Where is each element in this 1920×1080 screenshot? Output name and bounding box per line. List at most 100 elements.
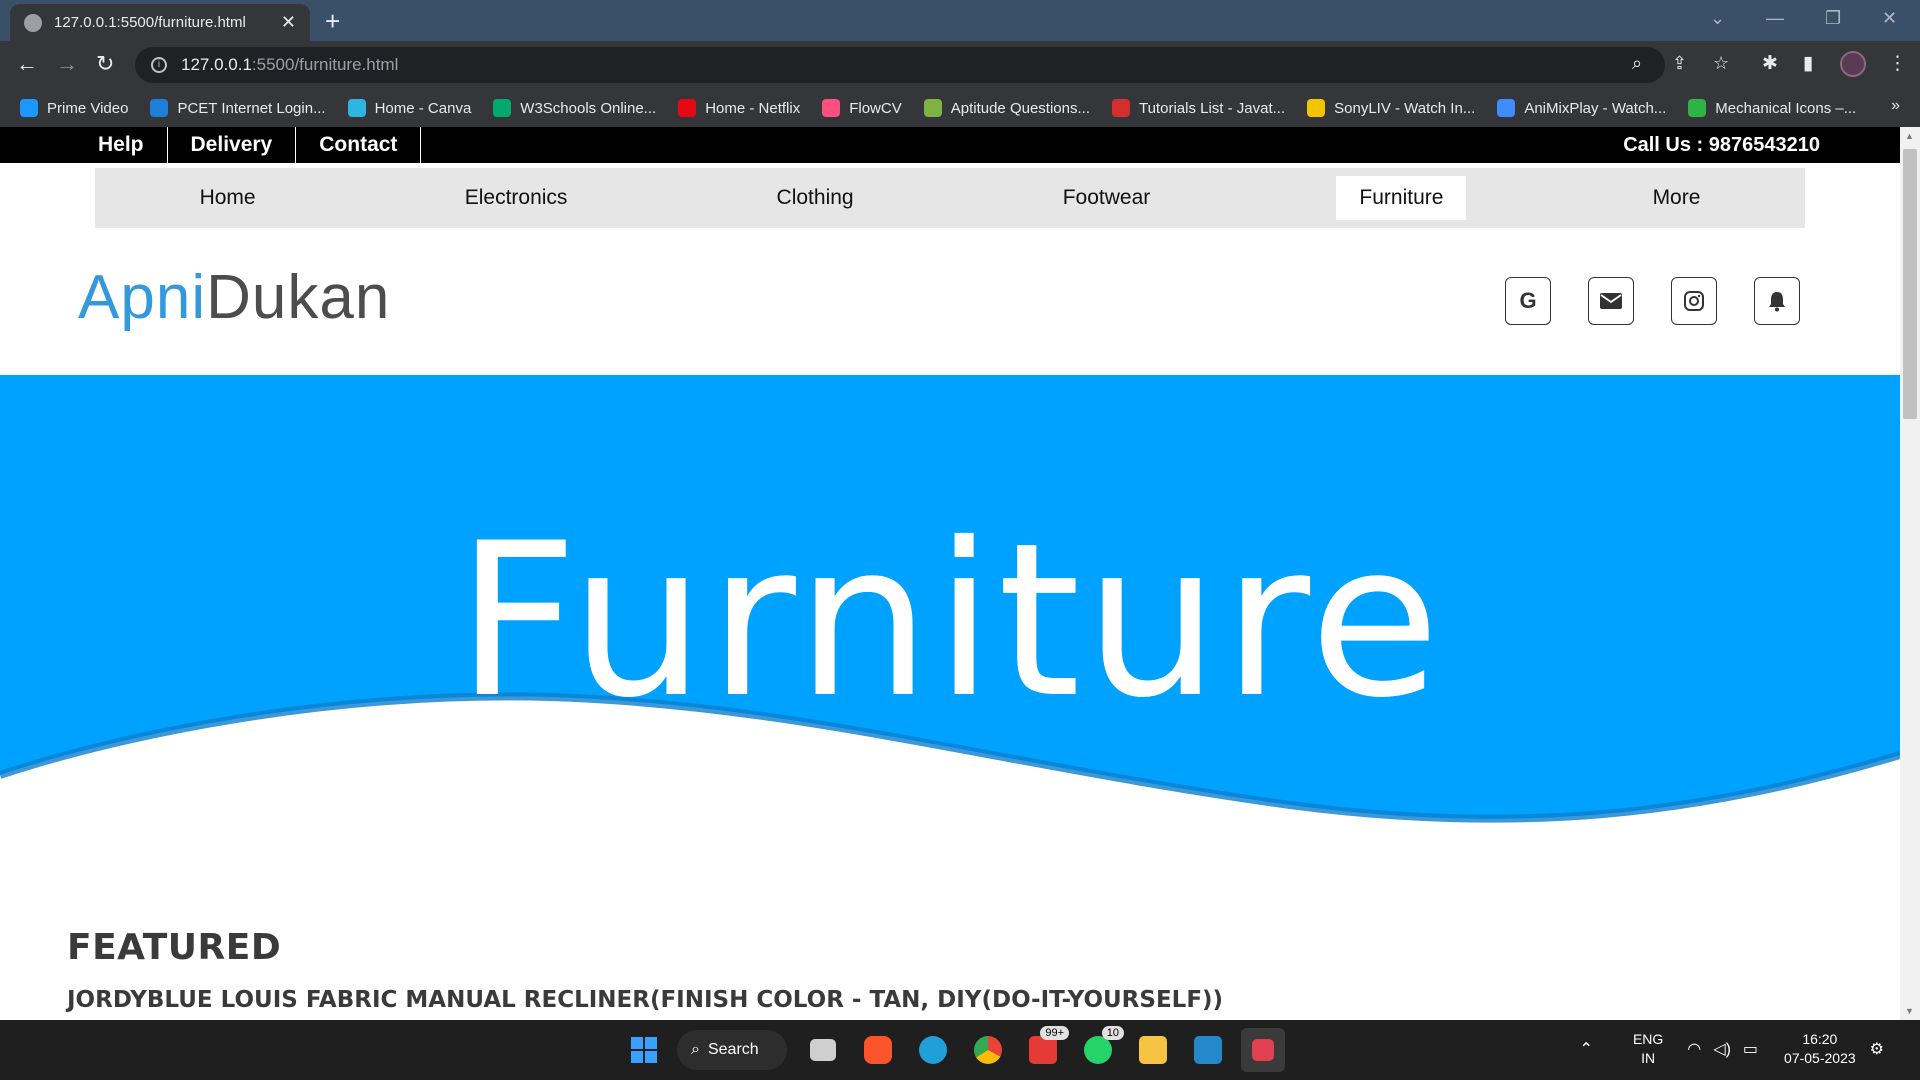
scroll-down-arrow[interactable]: ▼	[1905, 1006, 1914, 1016]
instagram-icon[interactable]	[1671, 277, 1717, 325]
lang-region: IN	[1641, 1050, 1656, 1066]
clock-date: 07-05-2023	[1784, 1050, 1856, 1066]
bookmark-favicon-icon	[678, 99, 697, 117]
close-window-button[interactable]: ✕	[1882, 8, 1897, 29]
menu-kebab-icon[interactable]: ⋮	[1888, 52, 1907, 75]
bookmark-label: PCET Internet Login...	[177, 99, 326, 117]
bookmark-item[interactable]: SonyLIV - Watch In...	[1307, 99, 1475, 117]
bookmark-label: Prime Video	[47, 99, 129, 117]
forward-button[interactable]: →	[56, 51, 78, 77]
clock-time: 16:20	[1802, 1031, 1838, 1047]
bookmark-item[interactable]: W3Schools Online...	[493, 99, 656, 117]
google-icon[interactable]: G	[1505, 277, 1551, 325]
wifi-icon[interactable]: ◠	[1687, 1039, 1701, 1059]
bookmark-item[interactable]: Tutorials List - Javat...	[1111, 99, 1286, 117]
top-info-bar: Help Delivery Contact Call Us : 98765432…	[0, 127, 1900, 163]
chrome-browser-icon[interactable]	[966, 1028, 1010, 1072]
profile-avatar[interactable]	[1840, 51, 1866, 77]
bookmark-label: Home - Canva	[374, 99, 472, 117]
bookmark-favicon-icon	[1307, 99, 1326, 117]
browser-tab[interactable]: 127.0.0.1:5500/furniture.html ✕	[10, 4, 310, 41]
bookmark-item[interactable]: AniMixPlay - Watch...	[1497, 99, 1666, 117]
featured-product-title[interactable]: JordyBlue Louis Fabric Manual Recliner(F…	[67, 987, 1223, 1013]
bookmark-label: Home - Netflix	[705, 99, 801, 117]
nav-footwear[interactable]: Footwear	[1040, 176, 1174, 220]
restore-button[interactable]: ❐	[1825, 8, 1841, 29]
minimize-button[interactable]: —	[1766, 8, 1784, 29]
address-bar[interactable]: i 127.0.0.1:5500/furniture.html	[135, 47, 1665, 83]
logo-part-apni: Apni	[78, 263, 207, 332]
bookmark-favicon-icon	[822, 99, 841, 117]
whatsapp-icon[interactable]: 10	[1076, 1026, 1124, 1072]
page-scrollbar[interactable]: ▲ ▼	[1900, 127, 1920, 1020]
bookmark-item[interactable]: FlowCV	[822, 99, 902, 117]
help-link[interactable]: Help	[75, 127, 168, 163]
battery-icon[interactable]: ▭	[1743, 1039, 1758, 1059]
search-icon: ⌕	[691, 1041, 700, 1058]
featured-heading: Featured	[67, 927, 282, 968]
nav-electronics[interactable]: Electronics	[442, 176, 591, 220]
notification-gear-icon[interactable]: ⚙	[1870, 1039, 1884, 1059]
zoom-icon[interactable]: ⌕	[1632, 53, 1642, 74]
share-icon[interactable]: ⇪	[1672, 53, 1687, 74]
volume-icon[interactable]: ◁)	[1713, 1039, 1731, 1059]
bookmarks-overflow-icon[interactable]: »	[1891, 97, 1900, 115]
language-indicator[interactable]: ENG IN	[1633, 1030, 1663, 1068]
contact-link[interactable]: Contact	[296, 127, 422, 163]
task-view-icon[interactable]	[801, 1028, 845, 1072]
new-tab-button[interactable]: +	[325, 6, 340, 37]
bell-icon[interactable]	[1754, 277, 1800, 325]
nav-clothing[interactable]: Clothing	[754, 176, 877, 220]
bookmark-item[interactable]: Home - Canva	[347, 99, 472, 117]
reload-button[interactable]: ↻	[96, 51, 114, 77]
tab-search-icon[interactable]: ⌄	[1710, 8, 1725, 29]
mail-app-icon[interactable]: 99+	[1021, 1026, 1069, 1072]
page-viewport: Help Delivery Contact Call Us : 98765432…	[0, 127, 1900, 1020]
browser-toolbar: ← → ↻ i 127.0.0.1:5500/furniture.html ⌕ …	[0, 41, 1920, 89]
bookmark-item[interactable]: Mechanical Icons –...	[1688, 99, 1856, 117]
site-info-icon[interactable]: i	[151, 57, 167, 73]
vscode-icon[interactable]	[1186, 1028, 1230, 1072]
url-host: 127.0.0.1	[181, 55, 252, 74]
bookmark-item[interactable]: Prime Video	[20, 99, 128, 117]
bookmark-label: Mechanical Icons –...	[1715, 99, 1857, 117]
bookmark-label: Tutorials List - Javat...	[1138, 99, 1286, 117]
site-logo[interactable]: ApniDukan	[78, 262, 390, 333]
bookmark-favicon-icon	[1111, 99, 1130, 117]
bookmark-favicon-icon	[923, 99, 942, 117]
mail-badge: 99+	[1040, 1026, 1069, 1040]
scroll-up-arrow[interactable]: ▲	[1905, 131, 1914, 141]
file-explorer-icon[interactable]	[1131, 1028, 1175, 1072]
bookmarks-bar: Prime Video PCET Internet Login... Home - …	[0, 89, 1920, 127]
bookmark-label: AniMixPlay - Watch...	[1524, 99, 1667, 117]
snipping-tool-icon[interactable]	[1241, 1028, 1285, 1072]
envelope-icon[interactable]	[1588, 277, 1634, 325]
taskbar-search[interactable]: ⌕ Search	[677, 1030, 787, 1070]
chevron-up-icon[interactable]: ⌃	[1580, 1039, 1593, 1059]
nav-furniture[interactable]: Furniture	[1336, 176, 1467, 220]
extensions-icon[interactable]: ✱	[1762, 52, 1778, 75]
back-button[interactable]: ←	[16, 51, 38, 77]
hero-title: Furniture	[456, 497, 1444, 744]
bookmark-item[interactable]: PCET Internet Login...	[150, 99, 326, 117]
globe-icon	[24, 13, 42, 32]
brave-browser-icon[interactable]	[856, 1028, 900, 1072]
bookmark-item[interactable]: Aptitude Questions...	[923, 99, 1090, 117]
scroll-thumb[interactable]	[1903, 149, 1917, 419]
close-tab-icon[interactable]: ✕	[281, 12, 296, 33]
bookmark-favicon-icon	[347, 99, 366, 117]
start-button[interactable]	[622, 1028, 666, 1072]
bookmark-favicon-icon	[1497, 99, 1516, 117]
logo-part-dukan: Dukan	[206, 263, 391, 332]
bookmark-star-icon[interactable]: ☆	[1713, 53, 1729, 74]
edge-browser-icon[interactable]	[911, 1028, 955, 1072]
bookmark-favicon-icon	[1688, 99, 1707, 117]
nav-more[interactable]: More	[1630, 176, 1724, 220]
clock[interactable]: 16:20 07-05-2023	[1784, 1030, 1856, 1068]
bookmark-label: SonyLIV - Watch In...	[1334, 99, 1476, 117]
delivery-link[interactable]: Delivery	[168, 127, 297, 163]
bookmark-favicon-icon	[493, 99, 512, 117]
bookmark-item[interactable]: Home - Netflix	[678, 99, 800, 117]
nav-home[interactable]: Home	[177, 176, 279, 220]
side-panel-icon[interactable]: ▮	[1803, 52, 1813, 75]
